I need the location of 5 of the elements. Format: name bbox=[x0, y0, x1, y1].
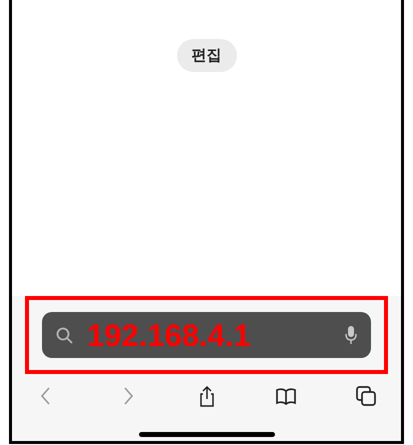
address-text: 192.168.4.1 bbox=[87, 320, 252, 350]
edit-button[interactable]: 편집 bbox=[176, 39, 236, 72]
microphone-icon[interactable] bbox=[345, 325, 357, 345]
tabs-icon[interactable] bbox=[355, 385, 377, 407]
search-icon bbox=[56, 326, 73, 344]
